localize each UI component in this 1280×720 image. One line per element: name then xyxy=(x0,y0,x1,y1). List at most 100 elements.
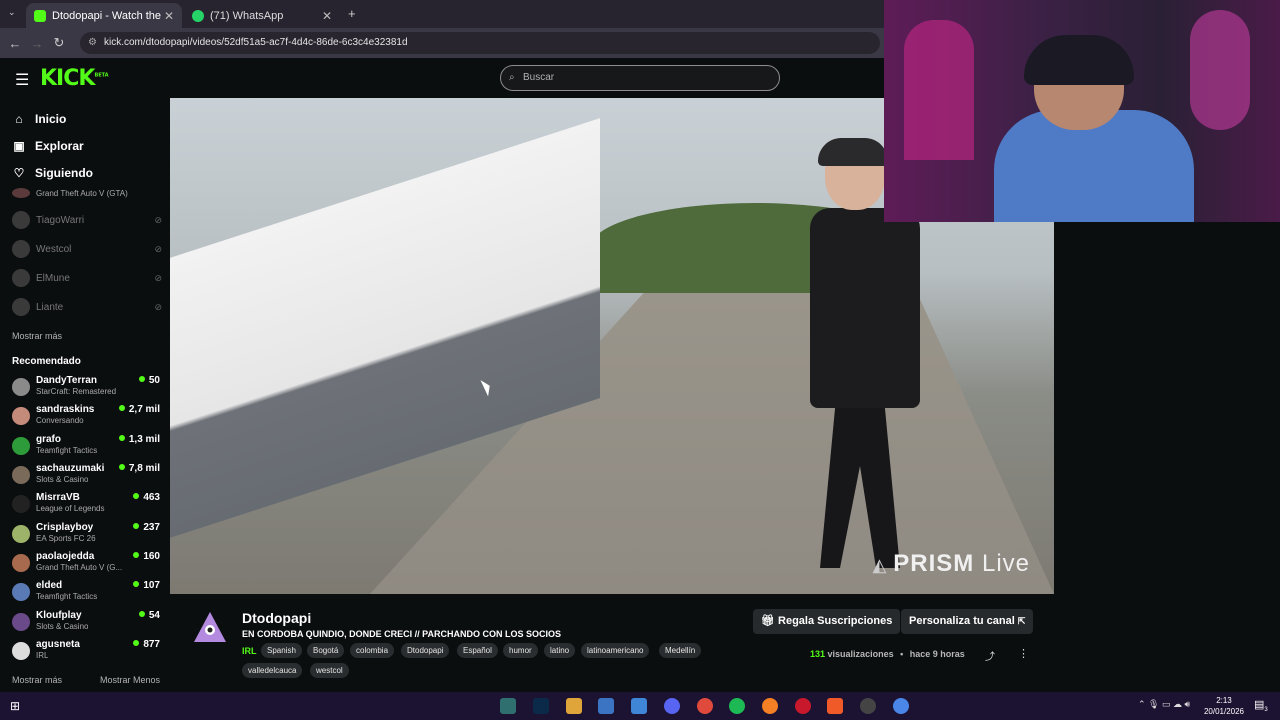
tab-search-icon[interactable]: ⌄ xyxy=(8,7,16,18)
more-options-icon[interactable]: ⋮ xyxy=(1018,647,1029,660)
recommended-item[interactable]: Kloufplay Slots & Casino 54 xyxy=(12,609,160,637)
url-field[interactable]: ⚙ kick.com/dtodopapi/videos/52df51a5-ac7… xyxy=(80,32,880,54)
following-item[interactable]: Liante ⊘ xyxy=(12,297,162,317)
channel-name: paolaojedda xyxy=(36,551,95,562)
recommended-item[interactable]: elded Teamfight Tactics 107 xyxy=(12,579,160,607)
tag[interactable]: Bogotá xyxy=(307,643,345,658)
prism-logo-icon: ◭ xyxy=(872,555,894,575)
kick-logo[interactable]: KICKBETA xyxy=(40,66,109,91)
channel-game: StarCraft: Remastered xyxy=(36,387,117,396)
person-body xyxy=(810,208,920,408)
tag[interactable]: humor xyxy=(503,643,538,658)
file-explorer-icon[interactable] xyxy=(566,698,582,714)
channel-game: EA Sports FC 26 xyxy=(36,534,96,543)
search-icon: ⌕ xyxy=(509,72,515,83)
following-item[interactable]: Westcol ⊘ xyxy=(12,239,162,259)
person-hat xyxy=(818,138,888,166)
recommended-item[interactable]: DandyTerran StarCraft: Remastered 50 xyxy=(12,374,160,402)
channel-game: Conversando xyxy=(36,416,84,425)
avatar xyxy=(12,613,30,631)
recommended-item[interactable]: sandraskins Conversando 2,7 mil xyxy=(12,403,160,431)
chrome-active-icon[interactable] xyxy=(893,698,909,714)
following-game: Grand Theft Auto V (GTA) xyxy=(36,188,128,198)
site-info-icon[interactable]: ⚙ xyxy=(88,32,97,54)
taskbar-clock[interactable]: 2:13 20/01/2026 xyxy=(1204,695,1244,717)
recommended-item[interactable]: MisrraVB League of Legends 463 xyxy=(12,491,160,519)
discord-icon[interactable] xyxy=(664,698,680,714)
tag[interactable]: latinoamericano xyxy=(581,643,650,658)
gift-icon: 🎁︎ xyxy=(761,615,775,627)
reload-icon[interactable]: ↻ xyxy=(48,35,70,51)
show-less-recommended[interactable]: Mostrar Menos xyxy=(100,675,160,685)
tag[interactable]: Spanish xyxy=(261,643,302,658)
viewer-count: 463 xyxy=(133,492,160,503)
tag[interactable]: valledelcauca xyxy=(242,663,303,678)
mail-icon[interactable] xyxy=(631,698,647,714)
tab-whatsapp[interactable]: (71) WhatsApp ✕ xyxy=(184,3,340,28)
watermark-light: Live xyxy=(981,550,1030,577)
channel-name: MisrraVB xyxy=(36,492,80,503)
share-icon[interactable]: ⤴ xyxy=(985,648,995,663)
close-tab-icon[interactable]: ✕ xyxy=(322,9,332,23)
spotify-icon[interactable] xyxy=(729,698,745,714)
menu-icon[interactable]: ☰ xyxy=(15,70,29,90)
sidebar: ⌂ Inicio ▣ Explorar ♡ Siguiendo Grand Th… xyxy=(0,98,170,692)
close-tab-icon[interactable]: ✕ xyxy=(164,9,174,23)
chrome-icon[interactable] xyxy=(697,698,713,714)
channel-name: elded xyxy=(36,580,63,591)
opera-icon[interactable] xyxy=(795,698,811,714)
recommended-item[interactable]: grafo Teamfight Tactics 1,3 mil xyxy=(12,433,160,461)
brave-icon[interactable] xyxy=(827,698,843,714)
system-tray-icons[interactable]: ⌃ 🎙︎ ▭ ☁ 🔊︎ xyxy=(1138,699,1190,710)
show-more-recommended[interactable]: Mostrar más xyxy=(12,675,62,685)
avatar xyxy=(12,211,30,229)
prism-live-watermark: ◭ PRISM Live xyxy=(872,550,1030,578)
obs-icon[interactable] xyxy=(860,698,876,714)
avatar xyxy=(12,466,30,484)
channel-name: sandraskins xyxy=(36,404,95,415)
channel-avatar[interactable] xyxy=(192,610,228,646)
tag[interactable]: colombia xyxy=(350,643,395,658)
avatar xyxy=(12,495,30,513)
tag[interactable]: Medellín xyxy=(659,643,702,658)
customize-channel-button[interactable]: Personaliza tu canal ⇱ xyxy=(901,609,1034,634)
windows-start-icon[interactable]: ⊞ xyxy=(10,699,20,713)
recommended-item[interactable]: sachauzumaki Slots & Casino 7,8 mil xyxy=(12,462,160,490)
following-item[interactable]: ElMune ⊘ xyxy=(12,268,162,288)
tab-kick[interactable]: Dtodopapi - Watch the VO ✕ xyxy=(26,3,182,28)
search-input[interactable]: ⌕ Buscar xyxy=(500,65,780,91)
recommended-heading: Recomendado xyxy=(12,356,81,367)
avatar xyxy=(12,583,30,601)
right-pane xyxy=(1054,222,1280,692)
gift-subs-button[interactable]: 🎁︎ Regala Suscripciones xyxy=(753,609,901,634)
viewer-count: 237 xyxy=(133,522,160,533)
forward-icon[interactable]: → xyxy=(26,36,48,51)
category-link[interactable]: IRL xyxy=(242,646,257,656)
tag[interactable]: westcol xyxy=(310,663,349,678)
following-item[interactable]: TiagoWarri ⊘ xyxy=(12,210,162,230)
notification-icon[interactable]: ▤3 xyxy=(1254,698,1268,713)
new-tab-button[interactable]: + xyxy=(348,6,356,21)
sidebar-item-inicio[interactable]: ⌂ Inicio xyxy=(12,112,66,126)
store-icon[interactable] xyxy=(598,698,614,714)
recommended-item[interactable]: Crisplayboy EA Sports FC 26 237 xyxy=(12,521,160,549)
sidebar-item-explorar[interactable]: ▣ Explorar xyxy=(12,139,83,153)
channel-game: League of Legends xyxy=(36,504,105,513)
channel-name[interactable]: Dtodopapi xyxy=(242,610,311,626)
firefox-icon[interactable] xyxy=(762,698,778,714)
tag[interactable]: Español xyxy=(457,643,498,658)
recommended-item[interactable]: agusneta IRL 877 xyxy=(12,638,160,666)
photoshop-icon[interactable] xyxy=(533,698,549,714)
tag[interactable]: Dtodopapi xyxy=(401,643,450,658)
back-icon[interactable]: ← xyxy=(4,36,26,51)
viewer-count: 877 xyxy=(133,639,160,650)
viewer-count: 2,7 mil xyxy=(119,404,160,415)
channel-name: DandyTerran xyxy=(36,375,97,386)
following-item-partial[interactable]: Grand Theft Auto V (GTA) xyxy=(12,186,162,200)
recommended-item[interactable]: paolaojedda Grand Theft Auto V (G... 160 xyxy=(12,550,160,578)
sidebar-item-siguiendo[interactable]: ♡ Siguiendo xyxy=(12,166,93,180)
url-text: kick.com/dtodopapi/videos/52df51a5-ac7f-… xyxy=(104,37,408,48)
tag[interactable]: latino xyxy=(544,643,576,658)
show-more-following[interactable]: Mostrar más xyxy=(12,331,62,341)
app-icon[interactable] xyxy=(500,698,516,714)
